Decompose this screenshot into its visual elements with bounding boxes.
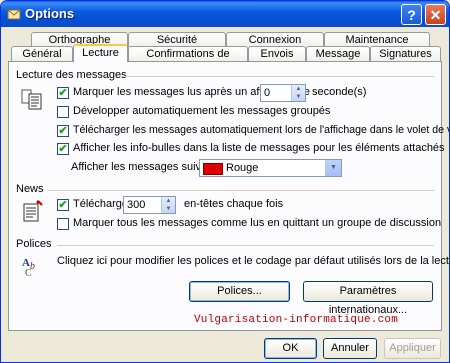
- international-settings-button[interactable]: Paramètres internationaux...: [303, 281, 433, 316]
- news-headers-label: en-têtes chaque fois: [184, 198, 284, 210]
- fonts-description: Cliquez ici pour modifier les polices et…: [57, 255, 449, 267]
- cancel-button[interactable]: Annuler: [323, 338, 377, 359]
- expand-groups-checkbox[interactable]: [57, 106, 69, 118]
- apply-button[interactable]: Appliquer: [384, 338, 441, 359]
- expand-groups-label: Développer automatiquement les messages …: [73, 105, 331, 117]
- tooltips-checkbox[interactable]: ✔: [57, 143, 69, 155]
- spin-up-icon[interactable]: ▲: [292, 85, 305, 93]
- chevron-down-icon[interactable]: ▼: [325, 160, 341, 176]
- spin-down-icon[interactable]: ▼: [162, 205, 175, 213]
- news-separator: [47, 190, 434, 191]
- ok-button[interactable]: OK: [264, 338, 317, 359]
- headers-spinner[interactable]: ▲ ▼: [161, 197, 175, 213]
- mark-read-seconds-value: 0: [264, 87, 271, 99]
- news-group-title: News: [16, 183, 44, 195]
- outlook-options-icon: [7, 9, 21, 20]
- mark-read-checkbox[interactable]: ✔: [57, 87, 69, 99]
- followed-color-value: Rouge: [226, 162, 259, 174]
- newsgroup-icon: [23, 200, 43, 222]
- help-button[interactable]: ?: [401, 4, 422, 25]
- fonts-separator: [57, 245, 434, 246]
- tab-securite[interactable]: Sécurité: [128, 32, 226, 47]
- tab-general[interactable]: Général: [11, 46, 73, 61]
- tab-confirmations[interactable]: Confirmations de lecture: [128, 46, 248, 74]
- news-headers-count-value: 300: [127, 199, 146, 211]
- tab-message[interactable]: Message: [306, 46, 370, 61]
- watermark-text: Vulgarisation-informatique.com: [194, 314, 399, 326]
- download-auto-label: Télécharger les messages automatiquement…: [73, 124, 449, 136]
- news-mark-all-checkbox[interactable]: [57, 218, 69, 230]
- fonts-button-label: Polices...: [217, 285, 262, 297]
- tab-lecture[interactable]: Lecture: [73, 44, 128, 62]
- tab-maintenance[interactable]: Maintenance: [324, 32, 430, 47]
- spin-down-icon[interactable]: ▼: [292, 93, 305, 101]
- seconds-label: seconde(s): [312, 86, 367, 98]
- download-auto-checkbox[interactable]: ✔: [57, 125, 69, 137]
- close-button[interactable]: ✕: [425, 4, 446, 25]
- tab-envois[interactable]: Envois: [248, 46, 306, 61]
- ok-button-label: OK: [282, 342, 299, 354]
- seconds-spinner[interactable]: ▲ ▼: [291, 85, 305, 101]
- svg-text:C: C: [25, 268, 32, 277]
- color-swatch: [203, 163, 223, 175]
- fonts-group-title: Polices: [16, 238, 52, 250]
- news-mark-all-label: Marquer tous les messages comme lus en q…: [73, 217, 442, 229]
- tab-signatures[interactable]: Signatures: [370, 46, 441, 61]
- fonts-abc-icon: A b C: [22, 257, 35, 277]
- news-headers-count-input[interactable]: 300 ▲ ▼: [123, 196, 176, 214]
- reading-group-title: Lecture des messages: [16, 69, 127, 81]
- reading-separator: [125, 76, 434, 77]
- window-title: Options: [25, 6, 75, 21]
- tooltips-label: Afficher les info-bulles dans la liste d…: [73, 142, 445, 154]
- followed-color-select[interactable]: Rouge ▼: [199, 159, 342, 177]
- spin-up-icon[interactable]: ▲: [162, 197, 175, 205]
- mark-read-seconds-input[interactable]: 0 ▲ ▼: [260, 84, 306, 102]
- tab-connexion[interactable]: Connexion: [226, 32, 324, 47]
- apply-button-label: Appliquer: [389, 342, 436, 354]
- options-window: Options ? ✕ Orthographe Sécurité Connexi…: [0, 0, 450, 363]
- international-settings-label: Paramètres internationaux...: [328, 285, 408, 316]
- tab-panel: Lecture des messages ✔ Marquer les messa…: [8, 61, 449, 331]
- cancel-button-label: Annuler: [331, 342, 369, 354]
- fonts-button[interactable]: Polices...: [189, 281, 290, 302]
- document-list-icon: [21, 89, 42, 110]
- title-bar[interactable]: Options ? ✕: [1, 1, 449, 27]
- news-download-checkbox[interactable]: ✔: [57, 199, 69, 211]
